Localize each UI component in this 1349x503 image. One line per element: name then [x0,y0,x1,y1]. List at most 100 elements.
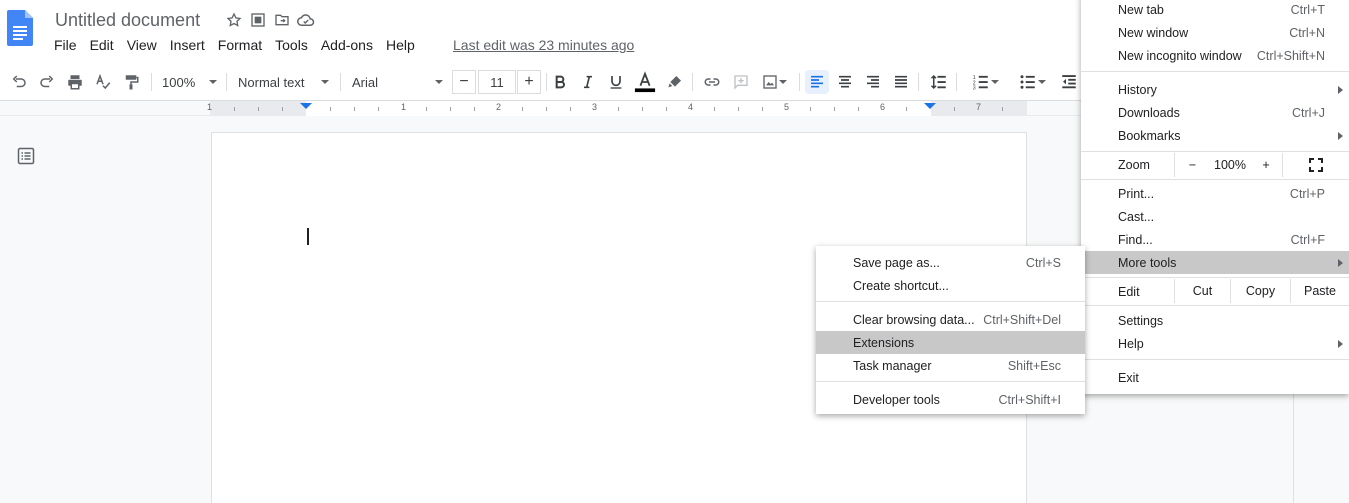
menu-label: Exit [1118,370,1139,385]
menu-new-incognito-window[interactable]: New incognito window Ctrl+Shift+N [1081,44,1349,67]
menu-label: Downloads [1118,105,1180,120]
zoom-in-button[interactable]: + [1250,153,1282,177]
shortcut-label: Shift+Esc [1007,358,1061,373]
paint-format-icon[interactable] [120,70,142,94]
fullscreen-button[interactable] [1282,153,1349,177]
menu-history[interactable]: History [1081,78,1349,101]
line-spacing-icon[interactable] [928,70,950,94]
shortcut-label: Ctrl+N [1289,25,1325,40]
zoom-level-value: 100% [1214,158,1246,172]
align-left-icon[interactable] [805,70,829,94]
document-title[interactable]: Untitled document [55,10,200,31]
text-cursor [307,228,309,245]
menu-cast[interactable]: Cast... [1081,205,1349,228]
text-color-icon[interactable] [633,70,657,94]
cloud-saved-icon[interactable] [297,11,315,29]
add-comment-icon[interactable] [730,70,752,94]
print-icon[interactable] [64,70,86,94]
menu-save-page-as[interactable]: Save page as... Ctrl+S [816,251,1085,274]
highlight-color-icon[interactable] [664,70,686,94]
docs-logo-icon[interactable] [7,10,33,46]
shortcut-label: Ctrl+F [1290,232,1325,247]
italic-icon[interactable] [577,70,599,94]
more-tools-submenu: Save page as... Ctrl+S Create shortcut..… [816,246,1085,414]
paragraph-style-select[interactable]: Normal text [238,70,330,94]
chevron-down-icon [209,80,217,84]
undo-icon[interactable] [8,70,30,94]
menu-label: Cast... [1118,209,1155,224]
menu-label: New incognito window [1118,48,1242,63]
menu-extensions[interactable]: Extensions [816,331,1085,354]
menu-addons[interactable]: Add-ons [321,37,373,53]
chevron-down-icon [435,80,443,84]
numbered-list-icon[interactable]: 123 [966,70,1006,94]
menu-settings[interactable]: Settings [1081,309,1349,332]
bulleted-list-icon[interactable] [1012,70,1054,94]
last-edit-link[interactable]: Last edit was 23 minutes ago [453,37,634,53]
font-select[interactable]: Arial [352,70,444,94]
menu-clear-browsing-data[interactable]: Clear browsing data... Ctrl+Shift+Del [816,308,1085,331]
redo-icon[interactable] [36,70,58,94]
font-value: Arial [352,74,379,90]
paragraph-style-value: Normal text [238,74,305,90]
zoom-select[interactable]: 100% [162,70,218,94]
cut-button[interactable]: Cut [1174,279,1230,303]
menu-format[interactable]: Format [218,37,262,53]
menu-label: History [1118,82,1157,97]
document-outline-icon[interactable] [17,147,35,170]
menu-label: Task manager [853,358,932,373]
shortcut-label: Ctrl+J [1292,105,1325,120]
justify-icon[interactable] [890,70,912,94]
font-size-input[interactable]: 11 [478,70,516,94]
menu-bar: File Edit View Insert Format Tools Add-o… [54,37,428,53]
bold-icon[interactable] [549,70,571,94]
paste-button[interactable]: Paste [1290,279,1349,303]
menu-view[interactable]: View [127,37,157,53]
menu-developer-tools[interactable]: Developer tools Ctrl+Shift+I [816,388,1085,411]
increase-font-size-button[interactable]: + [517,70,541,94]
plus-icon: + [1262,158,1270,172]
menu-help[interactable]: Help [1081,332,1349,355]
menu-tools[interactable]: Tools [275,37,308,53]
menu-bookmarks[interactable]: Bookmarks [1081,124,1349,147]
menu-file[interactable]: File [54,37,77,53]
right-indent-marker[interactable] [924,103,936,109]
decrease-indent-icon[interactable] [1058,70,1080,94]
menu-new-tab[interactable]: New tab Ctrl+T [1081,0,1349,21]
chevron-down-icon [1038,80,1046,84]
menu-label: Save page as... [853,255,940,270]
insert-image-icon[interactable] [758,70,792,94]
chevron-down-icon [779,80,787,84]
cut-label: Cut [1192,284,1213,298]
menu-task-manager[interactable]: Task manager Shift+Esc [816,354,1085,377]
left-indent-marker[interactable] [300,103,312,109]
spellcheck-icon[interactable] [92,70,114,94]
menu-find[interactable]: Find... Ctrl+F [1081,228,1349,251]
menu-create-shortcut[interactable]: Create shortcut... [816,274,1085,297]
underline-icon[interactable] [605,70,627,94]
menu-help[interactable]: Help [386,37,415,53]
ruler-number: 3 [592,102,598,112]
align-right-icon[interactable] [862,70,884,94]
menu-label: Create shortcut... [853,278,949,293]
menu-exit[interactable]: Exit [1081,366,1349,389]
copy-button[interactable]: Copy [1230,279,1290,303]
menu-new-window[interactable]: New window Ctrl+N [1081,21,1349,44]
menu-label: Extensions [853,335,915,350]
menu-more-tools[interactable]: More tools [1081,251,1349,274]
zoom-out-button[interactable]: − [1174,153,1210,177]
folder-icon[interactable] [273,11,291,29]
copy-label: Copy [1245,284,1276,298]
move-to-folder-icon[interactable] [249,11,267,29]
align-center-icon[interactable] [834,70,856,94]
ruler-number: 6 [880,102,886,112]
menu-insert[interactable]: Insert [170,37,205,53]
decrease-font-size-button[interactable]: − [452,70,476,94]
edit-label: Edit [1118,285,1140,299]
star-icon[interactable] [225,11,243,29]
menu-print[interactable]: Print... Ctrl+P [1081,182,1349,205]
menu-downloads[interactable]: Downloads Ctrl+J [1081,101,1349,124]
insert-link-icon[interactable] [701,70,723,94]
menu-edit[interactable]: Edit [90,37,114,53]
submenu-arrow-icon [1338,258,1343,267]
